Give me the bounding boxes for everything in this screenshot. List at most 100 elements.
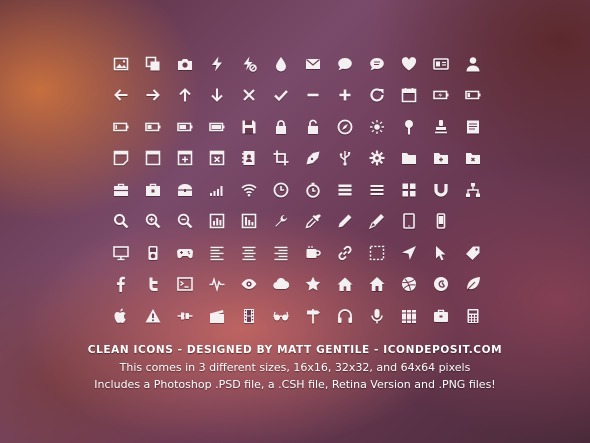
star-icon [305,277,321,291]
sitemap-icon [466,182,480,197]
microphone-icon [371,308,383,324]
icon-cell [169,300,201,332]
icon-cell [105,206,137,238]
heart-icon [401,56,417,71]
icon-cell [457,48,489,80]
icon-cell [457,300,489,332]
home-alt-icon [369,277,385,292]
icon-cell [201,111,233,143]
stamp-icon [435,119,447,134]
cloud-icon [273,278,289,290]
close-icon [243,89,255,102]
eyedropper-icon [305,214,321,229]
monitor-icon [113,245,129,261]
icon-cell [361,300,393,332]
link-icon [338,245,352,260]
compass-icon [337,119,353,135]
icon-cell [105,80,137,112]
icon-cell [329,143,361,175]
icon-cell [457,237,489,269]
icon-cell [233,206,265,238]
drop-icon [276,56,286,72]
icon-cell [201,80,233,112]
icon-cell [297,111,329,143]
icon-cell [137,237,169,269]
icon-cell [265,143,297,175]
signal-icon [210,185,223,196]
icon-cell [105,300,137,332]
icon-cell [425,80,457,112]
twitter-icon [149,277,158,292]
arrow-left-icon [114,89,128,101]
icon-cell [457,143,489,175]
apple-icon [114,308,126,323]
icon-cell [201,143,233,175]
icon-cell [297,174,329,206]
icon-cell [233,80,265,112]
refresh-icon [370,88,384,102]
icon-cell [233,237,265,269]
id-card-icon [433,57,449,70]
icon-cell [233,269,265,301]
icon-cell [265,48,297,80]
eye-icon [241,279,257,290]
zoom-in-icon [145,214,161,229]
icon-cell [265,237,297,269]
chat-icon [370,57,384,71]
signpost-icon [307,308,320,324]
icon-cell [361,143,393,175]
icon-cell [137,300,169,332]
wrench-icon [275,215,287,227]
selection-icon [369,245,385,260]
icon-cell [201,269,233,301]
home-icon [337,277,353,292]
icon-cell [329,80,361,112]
grid-icon [402,183,416,197]
calculator-icon [467,308,479,323]
lock-icon [276,119,286,134]
icon-cell [297,206,329,238]
user-icon [466,56,480,72]
icon-cell [169,48,201,80]
icon-cell [297,80,329,112]
mail-icon [306,58,320,69]
icon-cell [169,269,201,301]
icon-cell [265,174,297,206]
icon-cell [265,269,297,301]
navigation-arrow-icon [402,245,416,260]
icon-cell [105,48,137,80]
toolbox-icon [114,183,128,196]
minus-icon [307,93,319,97]
icon-cell [169,143,201,175]
toolbox-lock-icon [146,183,160,196]
align-right-icon [274,246,288,261]
icon-cell [361,48,393,80]
icon-cell [105,111,137,143]
ipod-icon [148,245,158,260]
plus-icon [339,89,351,101]
mug-icon [306,245,321,258]
battery-full-icon [209,122,225,132]
icon-cell [361,269,393,301]
icon-cell [137,174,169,206]
icon-cell [265,206,297,238]
icon-cell [201,206,233,238]
icon-cell [201,237,233,269]
folder-add-icon [434,153,448,165]
headphones-icon [338,308,352,323]
icon-cell [297,300,329,332]
magnet-icon [434,183,448,197]
lightning-off-icon [243,56,257,72]
icon-cell [137,206,169,238]
icon-cell [265,80,297,112]
search-icon [114,214,129,229]
leaf-icon [466,277,480,291]
icon-cell [457,111,489,143]
icon-cell [361,174,393,206]
icon-cell [137,111,169,143]
briefcase-icon [434,309,448,322]
notepad-icon [467,120,479,134]
icon-cell [361,111,393,143]
tablet-icon [403,213,415,230]
caption-sizes: This comes in 3 different sizes, 16x16, … [119,361,471,374]
